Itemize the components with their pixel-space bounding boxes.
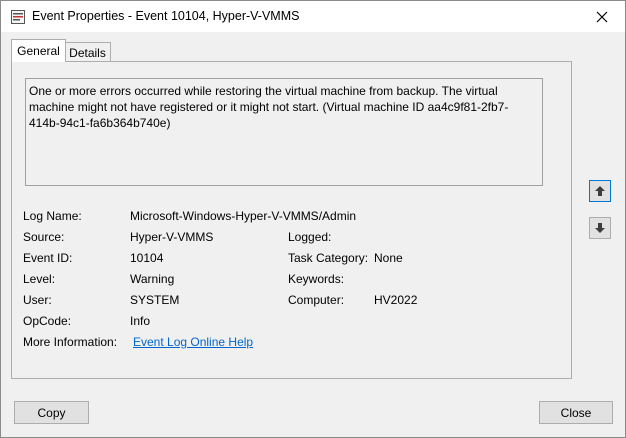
close-icon [596, 11, 608, 22]
opcode-label: OpCode: [23, 314, 72, 328]
next-event-button[interactable] [589, 217, 611, 239]
computer-label: Computer: [288, 293, 345, 307]
more-information-label: More Information: [23, 335, 118, 349]
previous-event-button[interactable] [589, 180, 611, 202]
keywords-label: Keywords: [288, 272, 345, 286]
arrow-down-icon [595, 223, 605, 233]
source-value[interactable]: Hyper-V-VMMS [130, 230, 213, 244]
title-bar[interactable]: Event Properties - Event 10104, Hyper-V-… [1, 1, 625, 32]
level-value[interactable]: Warning [130, 272, 174, 286]
window-title: Event Properties - Event 10104, Hyper-V-… [32, 9, 300, 23]
task-category-value[interactable]: None [374, 251, 403, 265]
event-properties-window: Event Properties - Event 10104, Hyper-V-… [0, 0, 626, 438]
arrow-up-icon [595, 186, 605, 196]
logged-label: Logged: [288, 230, 332, 244]
level-label: Level: [23, 272, 56, 286]
opcode-value[interactable]: Info [130, 314, 150, 328]
user-label: User: [23, 293, 52, 307]
event-id-label: Event ID: [23, 251, 73, 265]
window-close-button[interactable] [579, 1, 625, 32]
source-label: Source: [23, 230, 65, 244]
log-name-value[interactable]: Microsoft-Windows-Hyper-V-VMMS/Admin [130, 209, 356, 223]
tab-general[interactable]: General [11, 39, 66, 62]
user-value[interactable]: SYSTEM [130, 293, 179, 307]
log-name-label: Log Name: [23, 209, 82, 223]
computer-value[interactable]: HV2022 [374, 293, 417, 307]
event-log-online-help-link[interactable]: Event Log Online Help [133, 335, 253, 349]
event-properties-icon [11, 10, 25, 24]
close-button[interactable]: Close [539, 401, 613, 424]
event-id-value[interactable]: 10104 [130, 251, 163, 265]
general-tab-panel: One or more errors occurred while restor… [11, 61, 572, 379]
task-category-label: Task Category: [288, 251, 369, 265]
tab-details[interactable]: Details [64, 42, 111, 63]
copy-button[interactable]: Copy [14, 401, 89, 424]
event-description[interactable]: One or more errors occurred while restor… [25, 78, 543, 186]
